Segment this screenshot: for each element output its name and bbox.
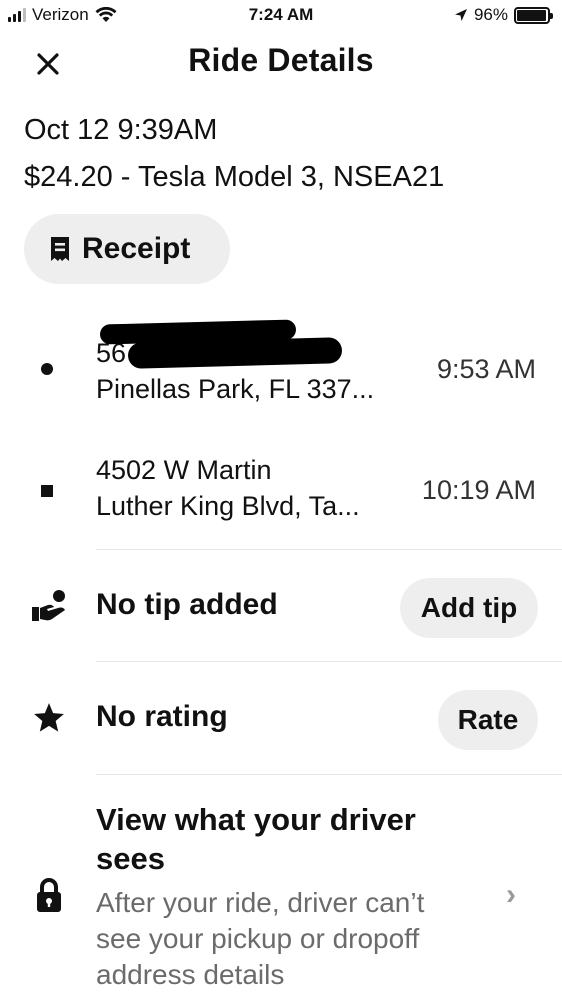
pickup-time: 9:53 AM: [436, 354, 536, 384]
rating-status: No rating: [96, 700, 228, 733]
dropoff-square-icon: [41, 485, 53, 497]
dropoff-time: 10:19 AM: [421, 475, 536, 505]
battery-fill: [517, 9, 546, 21]
status-bar-right: 96%: [454, 5, 553, 25]
battery-percent: 96%: [473, 5, 508, 24]
hand-coin-icon: [30, 587, 68, 625]
dropoff-address-line1: 4502 W Martin: [96, 455, 272, 485]
receipt-button[interactable]: Receipt: [24, 214, 230, 284]
status-bar: Verizon 7:24 AM 96%: [0, 0, 562, 32]
tip-status: No tip added: [96, 588, 278, 621]
pickup-dot-icon: [41, 363, 53, 375]
pickup-address-line2: Pinellas Park, FL 337...: [96, 374, 375, 404]
star-icon: [30, 699, 68, 737]
driver-view-title[interactable]: View what your driver sees: [96, 800, 416, 878]
dropoff-address: 4502 W Martin Luther King Blvd, Ta...: [96, 452, 360, 524]
divider: [96, 549, 562, 550]
location-arrow-icon: [454, 9, 467, 21]
lock-icon: [30, 876, 68, 914]
battery-icon: [514, 6, 553, 24]
rate-button[interactable]: Rate: [438, 690, 538, 750]
pickup-stop[interactable]: 56 Pinellas Park, FL 337... 9:53 AM: [0, 319, 562, 420]
dropoff-address-line2: Luther King Blvd, Ta...: [96, 491, 360, 521]
divider: [96, 774, 562, 775]
divider: [96, 661, 562, 662]
add-tip-button[interactable]: Add tip: [400, 578, 538, 638]
chevron-right-icon[interactable]: ›: [506, 878, 516, 912]
driver-view-description: After your ride, driver can’t see your p…: [96, 887, 425, 990]
receipt-icon: [51, 237, 69, 261]
trip-date: Oct 12 9:39AM: [24, 114, 218, 146]
receipt-label: Receipt: [82, 232, 191, 265]
dropoff-stop[interactable]: 4502 W Martin Luther King Blvd, Ta... 10…: [0, 450, 562, 540]
trip-summary: $24.20 - Tesla Model 3, NSEA21: [24, 161, 445, 193]
page-title: Ride Details: [188, 42, 374, 78]
